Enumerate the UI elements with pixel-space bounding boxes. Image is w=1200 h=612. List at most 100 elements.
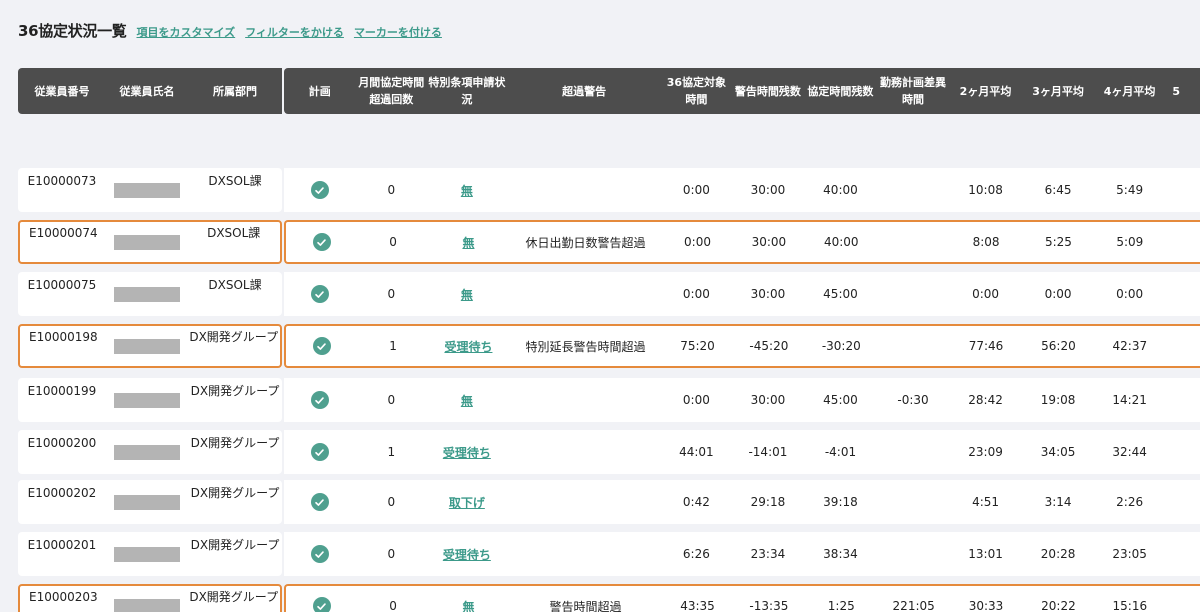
application-status-cell: 受理待ち (429, 338, 508, 355)
redaction-bar (114, 444, 180, 460)
check-circle-icon (310, 181, 329, 199)
overage-warning: 休日出勤日数警告超過 (525, 235, 646, 250)
col-monthly-overage-count[interactable]: 月間協定時間超過回数 (356, 74, 428, 108)
agreement-remaining: -30:20 (821, 339, 861, 353)
col-overage-warning[interactable]: 超過警告 (507, 83, 662, 100)
overage-warning: 特別延長警告時間超過 (525, 339, 646, 354)
status-row[interactable]: 1 受理待ち 特別延長警告時間超過 75:20 -45:20 -30:20 77:46 56:… (284, 324, 1200, 368)
application-status-link[interactable]: 受理待ち (444, 338, 492, 355)
employee-row[interactable]: E10000203 DX開発グループ (18, 584, 282, 612)
agreement-remaining: -4:01 (824, 445, 857, 459)
application-status-cell: 無 (427, 182, 507, 199)
col-employee-id[interactable]: 従業員番号 (18, 83, 106, 100)
plan-status (284, 181, 356, 199)
application-status-cell: 受理待ち (427, 546, 507, 563)
avg-4month: 23:05 (1112, 547, 1147, 561)
employee-row[interactable]: E10000200 DX開発グループ (18, 430, 282, 474)
target-time: 0:00 (682, 393, 710, 407)
status-table-header: 計画 月間協定時間超過回数 特別条項申請状況 超過警告 36協定対象時間 警告時… (284, 68, 1200, 114)
application-status-link[interactable]: 取下げ (449, 494, 485, 511)
target-time: 0:00 (684, 235, 711, 249)
status-row[interactable]: 0 無 0:00 30:00 45:00 -0:30 28:42 19:08 14:21 (284, 378, 1200, 422)
employee-row[interactable]: E10000074 DXSOL課 (18, 220, 282, 264)
col-36-target-time[interactable]: 36協定対象時間 (662, 74, 732, 108)
page-title: 36協定状況一覧 (18, 22, 127, 40)
col-4month-average[interactable]: 4ヶ月平均 (1095, 83, 1165, 100)
avg-3month: 56:20 (1041, 339, 1076, 353)
employee-row[interactable]: E10000075 DXSOL課 (18, 272, 282, 316)
col-special-clause-status[interactable]: 特別条項申請状況 (427, 74, 506, 108)
application-status-cell: 取下げ (427, 494, 507, 511)
target-time: 0:00 (682, 183, 710, 197)
application-status-link[interactable]: 無 (462, 234, 474, 251)
employee-id: E10000073 (27, 174, 97, 188)
avg-2month: 30:33 (968, 599, 1004, 612)
plan-status (286, 337, 357, 355)
redaction-bar (114, 546, 180, 562)
employee-row[interactable]: E10000202 DX開発グループ (18, 480, 282, 524)
avg-2month: 0:00 (972, 287, 1000, 301)
target-time: 75:20 (680, 339, 715, 353)
status-row[interactable]: 0 取下げ 0:42 29:18 39:18 4:51 3:14 2:26 (284, 480, 1200, 524)
col-department[interactable]: 所属部門 (188, 83, 282, 100)
application-status-cell: 無 (427, 286, 507, 303)
col-3month-average[interactable]: 3ヶ月平均 (1021, 83, 1095, 100)
avg-2month: 8:08 (972, 235, 1000, 249)
employee-row[interactable]: E10000201 DX開発グループ (18, 532, 282, 576)
add-marker-link[interactable]: マーカーを付ける (354, 24, 442, 40)
status-row[interactable]: 1 受理待ち 44:01 -14:01 -4:01 23:09 34:05 32:44 (284, 430, 1200, 474)
application-status-link[interactable]: 無 (461, 392, 473, 409)
warning-remaining: 30:00 (751, 235, 787, 249)
employee-row[interactable]: E10000198 DX開発グループ (18, 324, 282, 368)
employee-id: E10000200 (27, 436, 97, 450)
target-time: 43:35 (680, 599, 715, 612)
check-circle-icon (310, 493, 329, 511)
status-row[interactable]: 0 無 休日出勤日数警告超過 0:00 30:00 40:00 8:08 5:25 5:09 (284, 220, 1200, 264)
avg-4month: 32:44 (1112, 445, 1147, 459)
employee-row[interactable]: E10000073 DXSOL課 (18, 168, 282, 212)
application-status-cell: 無 (427, 392, 507, 409)
col-plan[interactable]: 計画 (284, 83, 356, 100)
avg-4month: 5:09 (1116, 235, 1144, 249)
application-status-link[interactable]: 受理待ち (443, 444, 491, 461)
status-row[interactable]: 0 受理待ち 6:26 23:34 38:34 13:01 20:28 23:05 (284, 532, 1200, 576)
plan-status (284, 443, 356, 461)
avg-2month: 4:51 (972, 495, 1000, 509)
department: DX開発グループ (190, 538, 280, 552)
redaction-bar (114, 598, 181, 612)
plan-status (284, 493, 356, 511)
application-status-link[interactable]: 受理待ち (443, 546, 491, 563)
employee-id: E10000198 (29, 330, 98, 344)
employee-table-header: 従業員番号 従業員氏名 所属部門 (18, 68, 282, 114)
col-2month-average[interactable]: 2ヶ月平均 (950, 83, 1022, 100)
apply-filter-link[interactable]: フィルターをかける (245, 24, 344, 40)
employee-name-redacted (106, 546, 188, 562)
agreement-remaining: 38:34 (823, 547, 858, 561)
col-5month-average[interactable]: 5 (1164, 83, 1200, 100)
department: DX開発グループ (190, 436, 280, 450)
avg-4month: 14:21 (1112, 393, 1147, 407)
col-plan-difference[interactable]: 勤務計画差異時間 (876, 74, 950, 108)
application-status-link[interactable]: 無 (461, 182, 473, 199)
col-warning-remaining[interactable]: 警告時間残数 (731, 83, 805, 100)
check-circle-icon (312, 337, 331, 355)
customize-columns-link[interactable]: 項目をカスタマイズ (136, 24, 235, 40)
application-status-link[interactable]: 無 (462, 598, 474, 612)
status-row[interactable]: 0 無 警告時間超過 43:35 -13:35 1:25 221:05 30:33 20:22 1… (284, 584, 1200, 612)
col-agreement-remaining[interactable]: 協定時間残数 (805, 83, 877, 100)
avg-4month: 5:49 (1116, 183, 1144, 197)
plan-status (286, 597, 357, 612)
department: DX開発グループ (189, 330, 279, 344)
avg-4month: 42:37 (1112, 339, 1148, 353)
overage-count: 0 (387, 547, 396, 561)
avg-2month: 77:46 (968, 339, 1004, 353)
employee-id: E10000075 (27, 278, 97, 292)
employee-row[interactable]: E10000199 DX開発グループ (18, 378, 282, 422)
status-row[interactable]: 0 無 0:00 30:00 40:00 10:08 6:45 5:49 (284, 168, 1200, 212)
col-employee-name[interactable]: 従業員氏名 (106, 83, 188, 100)
avg-2month: 10:08 (968, 183, 1003, 197)
employee-id: E10000199 (27, 384, 97, 398)
redaction-bar (114, 392, 180, 408)
status-row[interactable]: 0 無 0:00 30:00 45:00 0:00 0:00 0:00 (284, 272, 1200, 316)
application-status-link[interactable]: 無 (461, 286, 473, 303)
